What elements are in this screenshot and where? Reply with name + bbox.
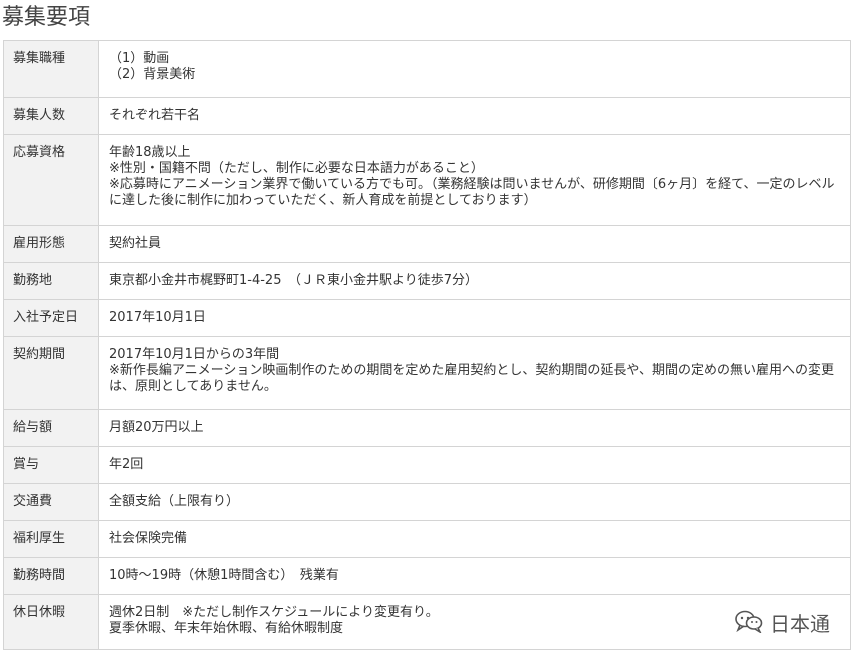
value-line: （2）背景美術 — [109, 67, 196, 82]
row-value: （1）動画 （2）背景美術 — [98, 40, 851, 98]
row-value: 年2回 — [98, 446, 851, 484]
value-line: ※新作長編アニメーション映画制作のための期間を定めた雇用契約とし、契約期間の延長… — [109, 363, 834, 394]
row-label: 契約期間 — [3, 336, 99, 410]
value-line: 2017年10月1日 — [109, 310, 206, 325]
row-value: それぞれ若干名 — [98, 97, 851, 135]
value-line: 東京都小金井市梶野町1-4-25 （ＪＲ東小金井駅より徒歩7分） — [109, 273, 478, 288]
page-title: 募集要項 — [2, 5, 91, 30]
row-label: 福利厚生 — [3, 520, 99, 558]
row-label: 勤務時間 — [3, 557, 99, 595]
row-label: 休日休暇 — [3, 594, 99, 650]
table-row: 契約期間 2017年10月1日からの3年間 ※新作長編アニメーション映画制作のた… — [3, 336, 851, 410]
row-value: 社会保険完備 — [98, 520, 851, 558]
watermark: 日本通 — [734, 608, 830, 637]
table-row: 休日休暇 週休2日制 ※ただし制作スケジュールにより変更有り。 夏季休暇、年末年… — [3, 594, 851, 650]
row-value: 月額20万円以上 — [98, 409, 851, 447]
row-label: 入社予定日 — [3, 299, 99, 337]
table-row: 交通費 全額支給（上限有り） — [3, 483, 851, 521]
row-label: 給与額 — [3, 409, 99, 447]
table-row: 勤務地 東京都小金井市梶野町1-4-25 （ＪＲ東小金井駅より徒歩7分） — [3, 262, 851, 300]
table-row: 賞与 年2回 — [3, 446, 851, 484]
value-line: 月額20万円以上 — [109, 420, 204, 435]
row-label: 交通費 — [3, 483, 99, 521]
row-value: 年齢18歳以上 ※性別・国籍不問（ただし、制作に必要な日本語力があること） ※応… — [98, 134, 851, 226]
value-line: 契約社員 — [109, 236, 162, 251]
row-value: 2017年10月1日 — [98, 299, 851, 337]
value-line: 年齢18歳以上 — [109, 145, 191, 160]
value-line: 年2回 — [109, 457, 144, 472]
row-value: 2017年10月1日からの3年間 ※新作長編アニメーション映画制作のための期間を… — [98, 336, 851, 410]
wechat-icon — [734, 609, 764, 637]
value-line: ※性別・国籍不問（ただし、制作に必要な日本語力があること） — [109, 161, 484, 176]
row-label: 賞与 — [3, 446, 99, 484]
value-line: 夏季休暇、年末年始休暇、有給休暇制度 — [109, 621, 344, 636]
row-value: 全額支給（上限有り） — [98, 483, 851, 521]
watermark-text: 日本通 — [770, 612, 830, 636]
row-value: 契約社員 — [98, 225, 851, 263]
value-line: 10時～19時（休憩1時間含む） 残業有 — [109, 568, 339, 583]
table-row: 応募資格 年齢18歳以上 ※性別・国籍不問（ただし、制作に必要な日本語力があるこ… — [3, 134, 851, 226]
row-value: 10時～19時（休憩1時間含む） 残業有 — [98, 557, 851, 595]
table-row: 給与額 月額20万円以上 — [3, 409, 851, 447]
value-line: 2017年10月1日からの3年間 — [109, 347, 280, 362]
value-line: 週休2日制 ※ただし制作スケジュールにより変更有り。 — [109, 605, 439, 620]
row-value: 東京都小金井市梶野町1-4-25 （ＪＲ東小金井駅より徒歩7分） — [98, 262, 851, 300]
value-line: 全額支給（上限有り） — [109, 494, 240, 509]
table-row: 募集職種 （1）動画 （2）背景美術 — [3, 40, 851, 98]
row-label: 応募資格 — [3, 134, 99, 226]
value-line: （1）動画 — [109, 51, 170, 66]
row-label: 勤務地 — [3, 262, 99, 300]
table-row: 福利厚生 社会保険完備 — [3, 520, 851, 558]
row-label: 募集職種 — [3, 40, 99, 98]
table-row: 募集人数 それぞれ若干名 — [3, 97, 851, 135]
row-label: 雇用形態 — [3, 225, 99, 263]
table-row: 勤務時間 10時～19時（休憩1時間含む） 残業有 — [3, 557, 851, 595]
recruitment-table: 募集職種 （1）動画 （2）背景美術 募集人数 それぞれ若干名 応募資格 年齢1… — [3, 40, 851, 650]
value-line: 社会保険完備 — [109, 531, 188, 546]
value-line: それぞれ若干名 — [109, 108, 201, 123]
row-label: 募集人数 — [3, 97, 99, 135]
table-row: 入社予定日 2017年10月1日 — [3, 299, 851, 337]
value-line: ※応募時にアニメーション業界で働いている方でも可。（業務経験は問いませんが、研修… — [109, 177, 835, 208]
table-row: 雇用形態 契約社員 — [3, 225, 851, 263]
